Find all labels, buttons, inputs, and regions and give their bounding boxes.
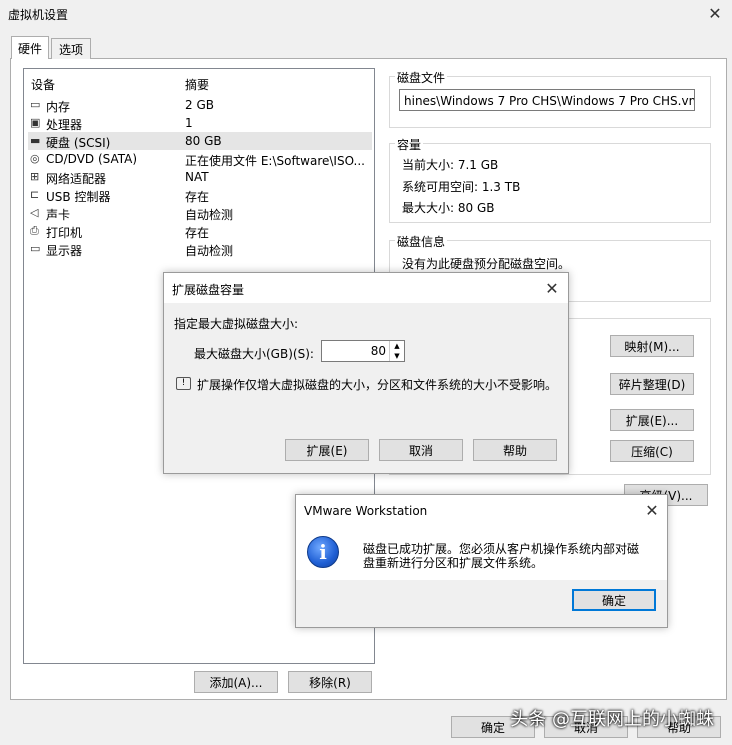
column-device[interactable]: 设备 [31,76,55,93]
device-name: 网络适配器 [46,172,107,186]
capacity-title: 容量 [395,136,424,153]
device-row-usb[interactable]: ⊏ USB 控制器 存在 [28,186,372,204]
device-name: 声卡 [46,208,71,222]
device-list-header: 设备 摘要 [24,69,374,93]
device-row-printer[interactable]: ⎙ 打印机 存在 [28,222,372,240]
network-icon: ⊞ [30,170,40,183]
display-icon: ▭ [30,242,41,255]
sound-icon: ◁ [30,206,39,219]
message-line-2: 盘重新进行分区和扩展文件系统。 [363,556,544,570]
max-size-value: 80 [370,344,386,358]
add-button[interactable]: 添加(A)... [194,671,278,693]
harddisk-icon: ▬ [30,134,41,147]
max-size-text: 最大大小: 80 GB [402,201,495,215]
column-summary[interactable]: 摘要 [185,76,209,93]
device-summary: NAT [185,170,209,184]
device-summary: 自动检测 [185,244,234,258]
device-name: 内存 [46,100,71,114]
expand-disk-dialog: 扩展磁盘容量 ✕ 指定最大虚拟磁盘大小: 最大磁盘大小(GB)(S): 80 ▲… [163,272,569,474]
device-row-display[interactable]: ▭ 显示器 自动检测 [28,240,372,258]
device-summary: 正在使用文件 E:\Software\ISO... [185,154,365,168]
watermark-text: 头条 @互联网上的小蜘蛛 [510,709,714,730]
device-name: CD/DVD (SATA) [46,152,138,166]
window-title: 虚拟机设置 [8,8,69,22]
max-size-label: 最大磁盘大小(GB)(S): [194,347,314,361]
disk-file-path-field[interactable]: hines\Windows 7 Pro CHS\Windows 7 Pro CH… [399,89,695,111]
remove-button[interactable]: 移除(R) [288,671,372,693]
device-row-network[interactable]: ⊞ 网络适配器 NAT [28,168,372,186]
disk-info-text: 没有为此硬盘预分配磁盘空间。 [402,257,571,271]
close-icon[interactable]: ✕ [705,3,725,23]
tab-options[interactable]: 选项 [51,38,91,59]
device-row-cdrom[interactable]: ◎ CD/DVD (SATA) 正在使用文件 E:\Software\ISO..… [28,150,372,168]
device-name: 处理器 [46,118,83,132]
expand-dialog-title: 扩展磁盘容量 [172,283,245,297]
message-box: VMware Workstation ✕ i 磁盘已成功扩展。您必须从客户机操作… [295,494,668,628]
device-summary: 自动检测 [185,208,234,222]
memory-icon: ▭ [30,98,41,111]
expand-prompt: 指定最大虚拟磁盘大小: [174,317,299,331]
close-icon[interactable]: ✕ [542,278,562,298]
device-row-processor[interactable]: ▣ 处理器 1 [28,114,372,132]
message-box-title: VMware Workstation [304,504,428,518]
cd-dvd-icon: ◎ [30,152,40,165]
device-name: 硬盘 (SCSI) [46,136,111,150]
device-name: USB 控制器 [46,190,111,204]
device-row-harddisk[interactable]: ▬ 硬盘 (SCSI) 80 GB [28,132,372,150]
compact-button[interactable]: 压缩(C) [610,440,694,462]
printer-icon: ⎙ [30,224,39,237]
processor-icon: ▣ [30,116,41,129]
expand-note: 扩展操作仅增大虚拟磁盘的大小，分区和文件系统的大小不受影响。 [197,378,558,392]
device-summary: 2 GB [185,98,214,112]
defrag-button[interactable]: 碎片整理(D) [610,373,694,395]
spin-down-icon[interactable]: ▼ [389,351,404,361]
device-summary: 80 GB [185,134,222,148]
expand-button[interactable]: 扩展(E)... [610,409,694,431]
info-icon: i [307,536,339,568]
current-size-text: 当前大小: 7.1 GB [402,158,499,172]
expand-help-button[interactable]: 帮助 [473,439,557,461]
max-size-spinbox[interactable]: 80 ▲ ▼ [321,340,405,362]
expand-confirm-button[interactable]: 扩展(E) [285,439,369,461]
tab-hardware[interactable]: 硬件 [11,36,49,59]
close-icon[interactable]: ✕ [642,500,662,520]
device-row-sound[interactable]: ◁ 声卡 自动检测 [28,204,372,222]
spin-up-icon[interactable]: ▲ [389,341,404,351]
map-button[interactable]: 映射(M)... [610,335,694,357]
usb-icon: ⊏ [30,188,40,201]
expand-cancel-button[interactable]: 取消 [379,439,463,461]
disk-file-title: 磁盘文件 [395,69,448,86]
device-name: 显示器 [46,244,83,258]
message-ok-button[interactable]: 确定 [572,589,656,611]
device-summary: 存在 [185,226,210,240]
device-name: 打印机 [46,226,83,240]
disk-info-title: 磁盘信息 [395,233,448,250]
device-summary: 存在 [185,190,210,204]
device-summary: 1 [185,116,193,130]
device-row-memory[interactable]: ▭ 内存 2 GB [28,96,372,114]
available-space-text: 系统可用空间: 1.3 TB [402,180,521,194]
note-icon: ! [176,377,191,390]
